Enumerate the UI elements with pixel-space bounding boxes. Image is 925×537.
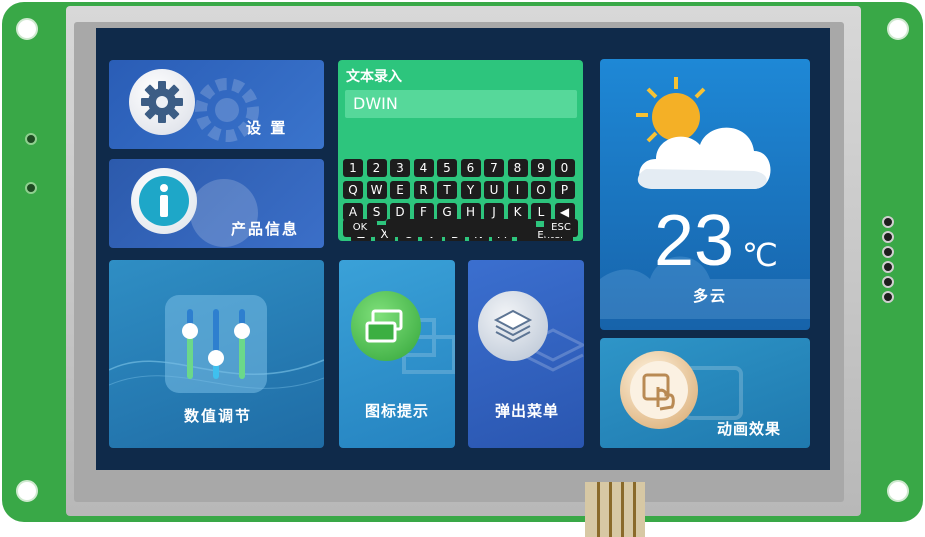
connector-pin — [882, 231, 894, 243]
connector-pin — [882, 291, 894, 303]
popup-menu-tile[interactable]: 弹出菜单 — [468, 260, 584, 448]
connector-pin — [882, 261, 894, 273]
value-adjust-tile[interactable]: 数值调节 — [109, 260, 324, 448]
keyboard-panel: 文本录入 DWIN 1 2 3 4 5 6 7 8 9 0 Q W E R T Y U I O P A S D F G H J K L ◀… — [338, 60, 583, 241]
keyboard-keys: 1234567890QWERTYUIOPASDFGHJKL◀ZXCVBNM — [338, 60, 583, 241]
space-key[interactable] — [386, 219, 536, 237]
gear-icon — [129, 69, 195, 135]
keyboard-key[interactable]: Y — [460, 181, 481, 199]
touch-icon — [620, 351, 698, 429]
keyboard-key[interactable]: 9 — [531, 159, 551, 177]
keyboard-key[interactable]: Q — [343, 181, 363, 199]
product-info-tile[interactable]: 产品信息 — [109, 159, 324, 248]
keyboard-key[interactable]: 8 — [507, 159, 528, 177]
icon-tip-label: 图标提示 — [365, 402, 430, 420]
keyboard-key[interactable]: 4 — [413, 159, 434, 177]
keyboard-key[interactable]: W — [366, 181, 387, 199]
esc-key[interactable]: ESC — [544, 219, 578, 237]
mount-hole — [887, 480, 909, 502]
keyboard-key[interactable]: O — [531, 181, 551, 199]
animation-label: 动画效果 — [717, 420, 782, 438]
info-icon — [131, 168, 197, 234]
value-adjust-label: 数值调节 — [184, 407, 253, 425]
mount-hole — [16, 18, 38, 40]
keyboard-key[interactable]: I — [507, 181, 528, 199]
keyboard-key[interactable]: 7 — [484, 159, 504, 177]
connector-pin — [882, 276, 894, 288]
keyboard-key[interactable]: E — [390, 181, 410, 199]
keyboard-key[interactable]: 6 — [460, 159, 481, 177]
keyboard-key[interactable]: U — [484, 181, 504, 199]
ok-key[interactable]: OK — [343, 219, 377, 237]
weather-tile[interactable]: 23 ℃ 多云 — [600, 59, 810, 330]
windows-icon — [351, 291, 421, 361]
keyboard-key[interactable]: 0 — [554, 159, 575, 177]
settings-tile[interactable]: 设 置 — [109, 60, 324, 149]
mount-hole — [887, 18, 909, 40]
popup-menu-label: 弹出菜单 — [495, 402, 560, 420]
pcb-via — [25, 133, 37, 145]
product-info-label: 产品信息 — [231, 220, 300, 238]
animation-tile[interactable]: 动画效果 — [600, 338, 810, 448]
flex-cable — [585, 482, 645, 537]
keyboard-key[interactable]: R — [413, 181, 434, 199]
connector-pin — [882, 216, 894, 228]
screen: 设 置 产品信息 数值调节 文本录入 DWIN 1 2 3 4 5 6 7 8 … — [96, 28, 830, 470]
sliders-icon — [165, 295, 267, 393]
sun-cloud-icon — [636, 77, 771, 189]
keyboard-key[interactable]: P — [554, 181, 575, 199]
temperature-value: 23 — [654, 201, 735, 281]
mount-hole — [16, 480, 38, 502]
keyboard-key[interactable]: 5 — [437, 159, 457, 177]
keyboard-key[interactable]: 1 — [343, 159, 363, 177]
pcb-via — [25, 182, 37, 194]
temperature-unit: ℃ — [742, 236, 778, 274]
settings-label: 设 置 — [246, 119, 288, 137]
keyboard-key[interactable]: 3 — [390, 159, 410, 177]
keyboard-key[interactable]: 2 — [366, 159, 387, 177]
connector-pin — [882, 246, 894, 258]
layers-icon — [478, 291, 548, 361]
weather-condition: 多云 — [693, 287, 728, 305]
icon-tip-tile[interactable]: 图标提示 — [339, 260, 455, 448]
keyboard-key[interactable]: T — [437, 181, 457, 199]
